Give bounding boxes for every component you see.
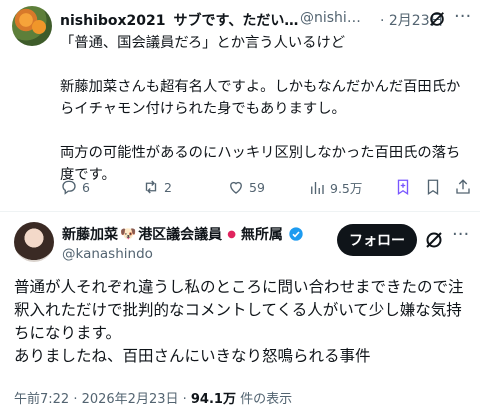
post-line: ありましたね、百田さんにいきなり怒鳴られる事件	[14, 347, 371, 365]
reply-paragraph: 「普通、国会議員だろ」とか言う人いるけど	[60, 35, 346, 51]
view-label: 件の表示	[235, 392, 293, 407]
author-handle[interactable]: @kanashindo	[62, 246, 153, 262]
author-avatar[interactable]	[14, 222, 54, 262]
red-dot-icon: ●	[227, 228, 236, 240]
grok-icon[interactable]	[424, 230, 444, 250]
author-display-name[interactable]: 新藤加菜	[62, 224, 118, 244]
heart-icon	[230, 181, 242, 194]
share-icon[interactable]	[454, 178, 472, 196]
views-chart-icon	[311, 181, 324, 194]
reply-action-bar: 6 2 59 9.5万	[60, 178, 475, 200]
dog-emoji-icon: 🐶	[120, 226, 137, 242]
author-title[interactable]: 港区議会議員	[138, 224, 222, 244]
like-count: 59	[249, 179, 265, 195]
verified-badge-icon[interactable]	[288, 226, 304, 242]
views-count: 9.5万	[330, 181, 363, 196]
more-options-icon[interactable]: ···	[454, 6, 471, 27]
author-name-row[interactable]: 新藤加菜 🐶 港区議会議員 ● 無所属	[62, 224, 304, 244]
reply-count: 6	[82, 179, 90, 195]
bookmark-icon[interactable]	[394, 178, 412, 196]
post-line: 普通が人それぞれ違うし私のところに問い合わせまできたので注釈入れただけで批判的な…	[14, 278, 464, 342]
reply-paragraph: 新藤加菜さんも超有名人ですよ。しかもなんだかんだ百田氏からイチャモン付けられた身…	[60, 79, 461, 117]
repost-icon	[145, 180, 157, 194]
reply-handle[interactable]: @nishi…	[300, 10, 361, 26]
view-count: 94.1万	[190, 392, 236, 407]
main-post[interactable]: 新藤加菜 🐶 港区議会議員 ● 無所属 @kanashindo フォロー ···…	[0, 212, 480, 415]
views-button[interactable]: 9.5万	[308, 178, 362, 197]
follow-button[interactable]: フォロー	[337, 224, 417, 256]
reply-subtitle: サブです、ただい…	[173, 13, 299, 29]
more-options-icon[interactable]: ···	[452, 224, 469, 245]
reply-display-name[interactable]: nishibox2021	[60, 13, 166, 29]
reply-button[interactable]: 6	[60, 178, 90, 196]
reply-icon	[62, 180, 76, 195]
grok-icon[interactable]	[428, 10, 446, 28]
like-button[interactable]: 59	[227, 178, 265, 196]
repost-button[interactable]: 2	[142, 178, 172, 196]
author-party[interactable]: 無所属	[241, 224, 283, 244]
bookmark-outline-icon[interactable]	[424, 178, 442, 196]
reply-header: nishibox2021 サブです、ただい… @nishi… · 2月23日	[60, 10, 470, 30]
post-timestamp[interactable]: 午前7:22 · 2026年2月23日 ·	[14, 392, 191, 407]
repost-count: 2	[164, 179, 172, 195]
post-text: 普通が人それぞれ違うし私のところに問い合わせまできたので注釈入れただけで批判的な…	[14, 276, 476, 368]
reply-tweet[interactable]: nishibox2021 サブです、ただい… @nishi… · 2月23日 ··…	[0, 0, 480, 210]
reply-avatar[interactable]	[12, 6, 52, 46]
post-meta: 午前7:22 · 2026年2月23日 · 94.1万 件の表示	[14, 388, 292, 407]
